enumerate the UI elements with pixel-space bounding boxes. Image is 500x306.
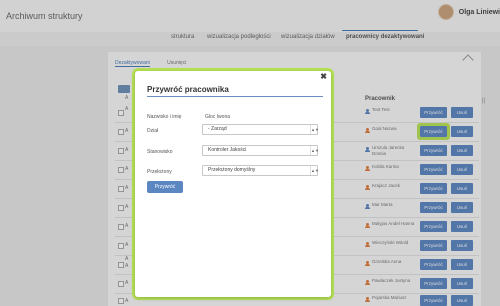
supervisor-select[interactable]: Przełożony domyślny ▲▼ [202, 165, 319, 176]
department-label: Dział [147, 128, 159, 134]
supervisor-label: Przełożony [147, 169, 172, 175]
position-label: Stanowisko [147, 149, 173, 155]
department-selected-value: - Zarząd [208, 126, 227, 132]
supervisor-selected-value: Przełożony domyślny [208, 167, 256, 173]
name-value: Gloc Iwona [205, 114, 231, 120]
position-select[interactable]: Kontroler Jakości ▲▼ [202, 145, 319, 156]
chevron-down-icon: ▲▼ [310, 166, 319, 175]
chevron-down-icon: ▲▼ [310, 146, 319, 155]
chevron-down-icon: ▲▼ [310, 125, 319, 134]
restore-submit-button[interactable]: Przywróć [147, 181, 183, 193]
close-icon[interactable]: ✖ [320, 72, 327, 81]
position-selected-value: Kontroler Jakości [208, 147, 247, 153]
department-select[interactable]: - Zarząd ▲▼ [202, 124, 319, 135]
title-divider [147, 96, 323, 97]
dialog-title: Przywróć pracownika [147, 85, 229, 94]
name-label: Nazwisko i imię [147, 114, 182, 120]
restore-employee-dialog: ✖ Przywróć pracownika Nazwisko i imię Gl… [135, 71, 331, 297]
